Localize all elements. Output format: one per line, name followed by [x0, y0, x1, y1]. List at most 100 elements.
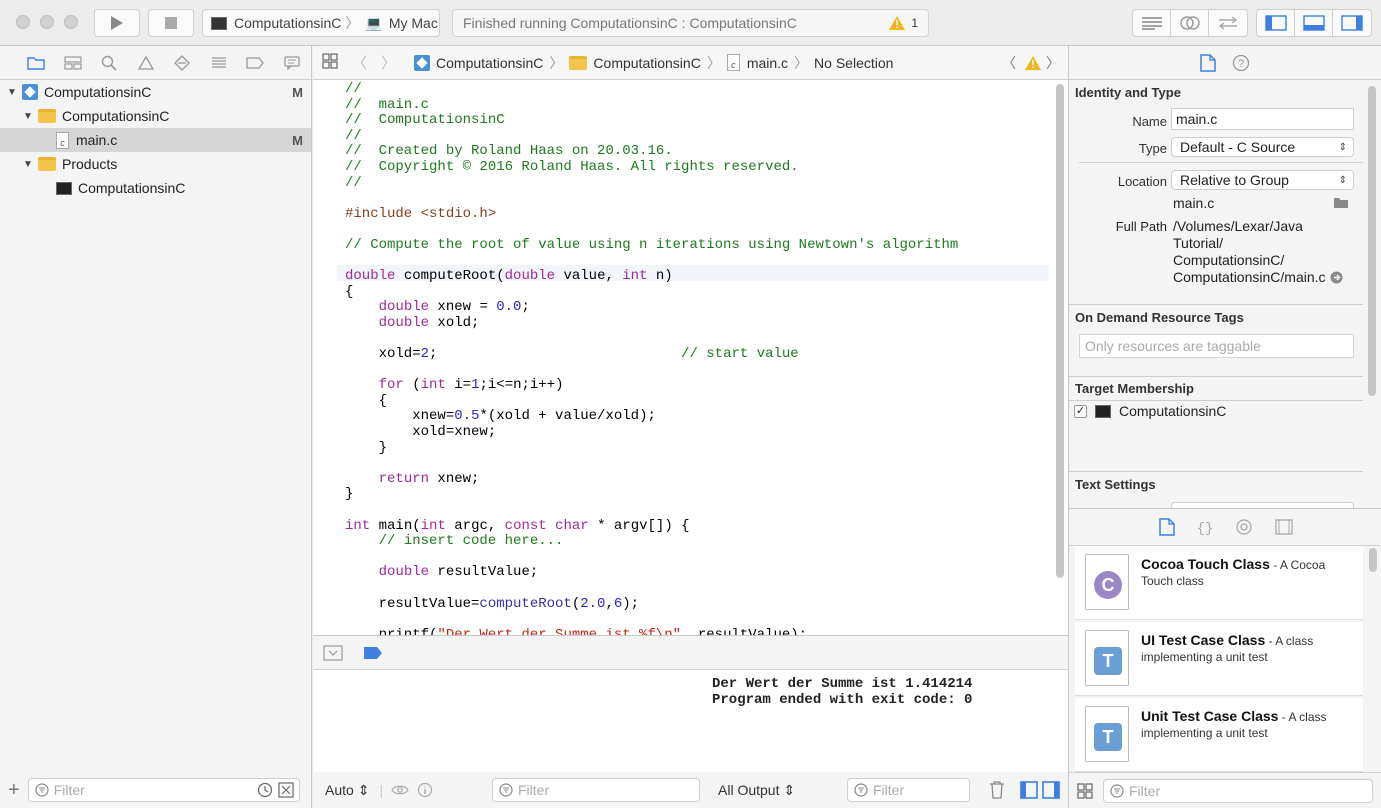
- jump-file[interactable]: main.c: [747, 55, 788, 71]
- odr-section-title: On Demand Resource Tags: [1075, 309, 1244, 325]
- scm-filter-icon[interactable]: [278, 782, 294, 798]
- tree-project[interactable]: ▼ ComputationsinC M: [0, 80, 311, 104]
- warning-indicator[interactable]: 1: [889, 16, 918, 30]
- add-icon[interactable]: +: [8, 779, 20, 802]
- inspector-scrollbar[interactable]: [1368, 86, 1376, 396]
- reveal-arrow-icon[interactable]: [1330, 271, 1343, 284]
- forward-arrow-icon[interactable]: 〉: [381, 52, 396, 73]
- output-selector[interactable]: All Output ⇕: [718, 782, 795, 799]
- breakpoint-icon[interactable]: [237, 56, 274, 69]
- laptop-icon: 💻: [365, 14, 383, 31]
- variables-filter-input[interactable]: Filter: [492, 778, 700, 802]
- previous-issue-icon[interactable]: 〈: [1002, 53, 1016, 73]
- file-inspector-icon[interactable]: [1200, 53, 1216, 72]
- template-file-icon: C: [1085, 554, 1129, 610]
- divider: |: [379, 782, 384, 798]
- run-button[interactable]: [94, 9, 140, 37]
- test-diamond-icon[interactable]: [164, 54, 201, 71]
- toggle-inspector-button[interactable]: [1333, 10, 1371, 36]
- next-issue-icon[interactable]: 〉: [1046, 53, 1060, 73]
- report-bubble-icon[interactable]: [274, 55, 311, 70]
- library-scrollbar[interactable]: [1369, 548, 1377, 572]
- modified-badge: M: [292, 84, 303, 100]
- code-line: // Compute the root of value using n ite…: [345, 236, 959, 253]
- identity-section-title: Identity and Type: [1075, 84, 1181, 100]
- debug-bar: [313, 635, 1068, 670]
- stop-button[interactable]: [148, 9, 194, 37]
- breakpoints-toggle-icon[interactable]: [363, 646, 383, 660]
- code-line: int main(int argc, const char * argv[]) …: [345, 517, 690, 534]
- jump-selection[interactable]: No Selection: [814, 55, 893, 71]
- venn-icon: [1179, 16, 1200, 30]
- folder-icon[interactable]: [18, 56, 55, 70]
- show-variables-view-icon[interactable]: [1020, 781, 1038, 799]
- grid-view-icon[interactable]: [1077, 782, 1093, 799]
- related-items-grid-icon[interactable]: [322, 53, 340, 72]
- reveal-folder-icon[interactable]: [1333, 197, 1349, 209]
- quick-help-icon[interactable]: ?: [1232, 54, 1250, 72]
- code-line: xold=xnew;: [345, 424, 497, 441]
- info-icon[interactable]: [417, 782, 433, 798]
- navigator-tabs: [0, 46, 311, 80]
- show-console-view-icon[interactable]: [1042, 781, 1060, 799]
- jump-project[interactable]: ComputationsinC: [436, 55, 543, 71]
- assistant-editor-button[interactable]: [1171, 10, 1209, 36]
- code-line: {: [345, 392, 388, 409]
- search-icon[interactable]: [91, 55, 128, 71]
- media-library-icon[interactable]: [1274, 519, 1293, 535]
- executable-icon: [1095, 404, 1111, 418]
- tree-file-main-c[interactable]: c main.c M: [0, 128, 311, 152]
- warning-icon[interactable]: [1025, 55, 1041, 70]
- console-filter-input[interactable]: Filter: [847, 778, 970, 802]
- issue-warning-icon[interactable]: [128, 55, 165, 70]
- editor-scrollbar[interactable]: [1056, 84, 1064, 578]
- code-text[interactable]: //// main.c// ComputationsinC//// Create…: [345, 81, 959, 635]
- standard-editor-button[interactable]: [1133, 10, 1171, 36]
- scheme-selector[interactable]: ComputationsinC 〉 💻 My Mac: [202, 9, 440, 37]
- toggle-debug-area-button[interactable]: [1295, 10, 1333, 36]
- console-output-area[interactable]: Der Wert der Summe ist 1.414214 Program …: [313, 670, 1068, 772]
- type-popup[interactable]: Default - C Source ⇕: [1171, 137, 1354, 157]
- toggle-navigator-button[interactable]: [1257, 10, 1295, 36]
- target-checkbox[interactable]: ✓: [1074, 404, 1087, 418]
- eye-icon[interactable]: [391, 784, 409, 796]
- navigator-filter-input[interactable]: Filter: [27, 778, 300, 802]
- tree-group[interactable]: ▼ ComputationsinC: [0, 104, 311, 128]
- code-snippet-library-icon[interactable]: {}: [1197, 518, 1213, 536]
- object-library-icon[interactable]: [1235, 518, 1253, 536]
- auto-variables-selector[interactable]: Auto ⇕: [325, 782, 369, 799]
- minimize-window-button[interactable]: [40, 15, 54, 29]
- library-item[interactable]: C Cocoa Touch Class - A Cocoa Touch class: [1075, 546, 1363, 620]
- jump-group[interactable]: ComputationsinC: [593, 55, 700, 71]
- c-file-icon: c: [726, 54, 740, 71]
- tree-product[interactable]: ComputationsinC: [0, 176, 311, 200]
- library-item[interactable]: T UI Test Case Class - A class implementi…: [1075, 622, 1363, 696]
- full-path-label: Full Path: [1115, 219, 1167, 234]
- hide-debug-area-icon[interactable]: [323, 644, 343, 661]
- odr-tags-field[interactable]: Only resources are taggable: [1079, 334, 1354, 358]
- tree-products[interactable]: ▼ Products: [0, 152, 311, 176]
- name-field[interactable]: main.c: [1171, 108, 1354, 130]
- type-row: Type Default - C Source ⇕: [1069, 135, 1363, 161]
- filter-placeholder: Filter: [1129, 782, 1161, 799]
- disclosure-open-icon[interactable]: ▼: [22, 159, 34, 170]
- zoom-window-button[interactable]: [64, 15, 78, 29]
- code-line: //: [345, 81, 362, 97]
- recent-clock-icon[interactable]: [257, 782, 273, 798]
- folder-icon: [38, 109, 56, 123]
- source-editor[interactable]: //// main.c// ComputationsinC//// Create…: [313, 80, 1068, 635]
- disclosure-open-icon[interactable]: ▼: [6, 87, 18, 98]
- location-popup[interactable]: Relative to Group ⇕: [1171, 170, 1354, 190]
- trash-icon[interactable]: [989, 781, 1005, 799]
- hierarchy-icon[interactable]: [55, 55, 92, 70]
- file-template-library-icon[interactable]: [1158, 518, 1175, 536]
- library-item[interactable]: T Unit Test Case Class - A class implemen…: [1075, 698, 1363, 772]
- warning-icon: [889, 16, 906, 30]
- close-window-button[interactable]: [16, 15, 30, 29]
- jump-bar: 〈 〉 ComputationsinC 〉 ComputationsinC 〉 …: [313, 46, 1068, 80]
- back-arrow-icon[interactable]: 〈: [352, 52, 367, 73]
- debug-list-icon[interactable]: [201, 56, 238, 70]
- library-filter-input[interactable]: Filter: [1103, 778, 1373, 803]
- disclosure-open-icon[interactable]: ▼: [22, 111, 34, 122]
- version-editor-button[interactable]: [1209, 10, 1247, 36]
